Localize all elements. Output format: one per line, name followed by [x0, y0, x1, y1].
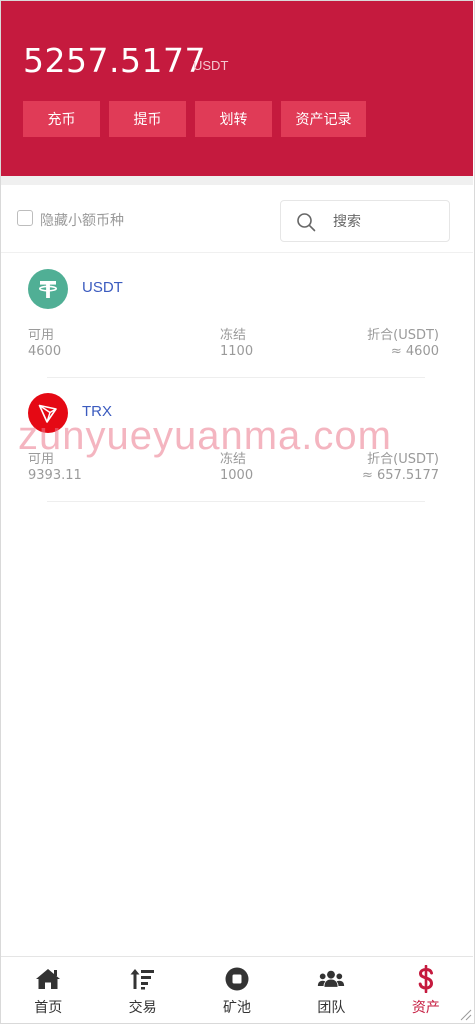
hide-small-label[interactable]: 隐藏小额币种 — [40, 210, 124, 230]
available-value: 9393.11 — [28, 468, 82, 483]
tether-icon — [28, 269, 68, 309]
users-icon — [317, 966, 345, 992]
asset-item-usdt[interactable]: USDT 可用 冻结 折合(USDT) 4600 1100 ≈ 4600 — [1, 254, 473, 378]
asset-records-button[interactable]: 资产记录 — [281, 101, 366, 137]
deposit-button[interactable]: 充币 — [23, 101, 100, 137]
balance-unit: USDT — [193, 58, 229, 73]
available-value: 4600 — [28, 344, 62, 359]
resize-handle-icon[interactable] — [458, 1007, 472, 1021]
frozen-label: 冻结 — [220, 452, 247, 467]
hide-small-checkbox[interactable] — [17, 210, 33, 226]
withdraw-button[interactable]: 提币 — [109, 101, 186, 137]
asset-name[interactable]: TRX — [82, 403, 112, 420]
tab-pool[interactable]: 矿池 — [190, 957, 284, 1023]
total-balance: 5257.5177 — [23, 41, 206, 80]
balance-header: 5257.5177 USDT 充币 提币 划转 资产记录 — [1, 1, 473, 176]
frozen-label: 冻结 — [220, 328, 247, 343]
tab-label: 团队 — [317, 1000, 346, 1016]
search-input[interactable] — [333, 209, 433, 235]
sort-icon — [129, 966, 157, 992]
tab-label: 交易 — [128, 1000, 157, 1016]
converted-label: 折合(USDT) — [367, 452, 439, 467]
asset-item-trx[interactable]: TRX 可用 冻结 折合(USDT) 9393.11 1000 ≈ 657.51… — [1, 378, 473, 502]
converted-label: 折合(USDT) — [367, 328, 439, 343]
dollar-icon — [412, 965, 440, 993]
tab-label: 首页 — [34, 1000, 63, 1016]
converted-value: ≈ 4600 — [390, 344, 439, 359]
tab-label: 矿池 — [223, 1000, 252, 1016]
section-separator — [1, 176, 473, 185]
asset-name[interactable]: USDT — [82, 279, 123, 296]
stop-circle-icon — [223, 966, 251, 992]
bottom-tab-bar: 首页 交易 矿池 团队 资产 — [1, 956, 473, 1023]
frozen-value: 1100 — [220, 344, 254, 359]
home-icon — [34, 966, 62, 992]
search-icon — [297, 213, 316, 232]
available-label: 可用 — [28, 328, 55, 343]
item-divider — [47, 501, 425, 502]
frozen-value: 1000 — [220, 468, 254, 483]
tab-team[interactable]: 团队 — [284, 957, 378, 1023]
tab-trade[interactable]: 交易 — [95, 957, 189, 1023]
available-label: 可用 — [28, 452, 55, 467]
filter-row: 隐藏小额币种 — [1, 185, 473, 253]
converted-value: ≈ 657.5177 — [361, 468, 439, 483]
search-box[interactable] — [280, 200, 450, 242]
tron-icon — [28, 393, 68, 433]
transfer-button[interactable]: 划转 — [195, 101, 272, 137]
tab-home[interactable]: 首页 — [1, 957, 95, 1023]
